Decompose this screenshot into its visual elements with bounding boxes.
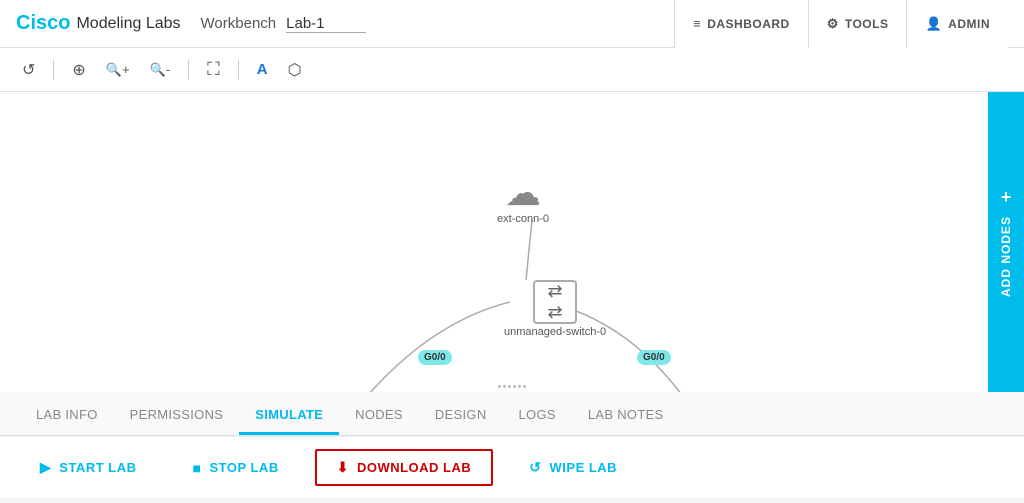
logo-cisco: Cisco [16,12,70,35]
stop-icon: ■ [192,460,201,476]
wipe-lab-button[interactable]: ↺ WIPE LAB [509,451,637,484]
drag-dot-4 [513,385,516,388]
logo: Cisco Modeling Labs [16,12,181,35]
start-lab-label: START LAB [59,460,136,475]
download-icon: ⬇ [337,459,349,476]
canvas-area[interactable]: ☁ ext-conn-0 ⇄⇄ unmanaged-switch-0 ✛ IOS… [0,92,1024,392]
connections-svg [0,92,1024,392]
drag-dot-2 [503,385,506,388]
actions-bar: ▶ START LAB ■ STOP LAB ⬇ DOWNLOAD LAB ↺ … [0,436,1024,498]
header-nav: ≡ DASHBOARD ⚙ TOOLS 👤 ADMIN [674,0,1008,48]
tab-simulate[interactable]: SIMULATE [239,397,339,435]
node-unmanaged-switch-0[interactable]: ⇄⇄ unmanaged-switch-0 [504,280,606,338]
zoom-in-button[interactable]: 🔍+ [100,58,136,82]
stop-lab-label: STOP LAB [209,460,278,475]
topology-button[interactable]: ⬡ [282,56,308,84]
download-lab-button[interactable]: ⬇ DOWNLOAD LAB [315,449,494,486]
admin-icon: 👤 [925,16,942,32]
tab-nodes[interactable]: NODES [339,397,419,435]
header: Cisco Modeling Labs Workbench ≡ DASHBOAR… [0,0,1024,48]
toolbar-sep-2 [188,60,189,80]
dashboard-icon: ≡ [693,16,701,31]
toolbar: ↺ ⊕ 🔍+ 🔍- ⛶ A ⬡ [0,48,1024,92]
add-nodes-label: ADD NODES [1000,216,1012,297]
toolbar-sep-3 [238,60,239,80]
lab-name-input[interactable] [286,15,366,33]
drag-handle [498,385,526,388]
link-label-g0-0-left: G0/0 [418,350,452,365]
switch-label: unmanaged-switch-0 [504,326,606,338]
tab-design[interactable]: DESIGN [419,397,503,435]
stop-lab-button[interactable]: ■ STOP LAB [172,452,298,484]
wipe-icon: ↺ [529,459,541,476]
tab-permissions[interactable]: PERMISSIONS [114,397,240,435]
drag-dot-3 [508,385,511,388]
add-nodes-plus-icon: + [1001,187,1012,208]
add-nodes-panel[interactable]: + ADD NODES [988,92,1024,392]
canvas-container: ☁ ext-conn-0 ⇄⇄ unmanaged-switch-0 ✛ IOS… [0,92,1024,392]
start-icon: ▶ [40,459,51,476]
toolbar-sep-1 [53,60,54,80]
switch-box: ⇄⇄ [533,280,577,324]
workbench-label: Workbench [201,15,277,32]
link-label-g0-0-right: G0/0 [637,350,671,365]
download-lab-label: DOWNLOAD LAB [357,460,471,475]
start-lab-button[interactable]: ▶ START LAB [20,451,156,484]
ext-conn-label: ext-conn-0 [497,213,549,225]
tools-icon: ⚙ [827,16,839,32]
node-ext-conn-0[interactable]: ☁ ext-conn-0 [497,175,549,225]
drag-dot-1 [498,385,501,388]
drag-dot-6 [523,385,526,388]
add-node-button[interactable]: ⊕ [66,56,91,84]
fullscreen-button[interactable]: ⛶ [201,55,226,84]
zoom-out-button[interactable]: 🔍- [144,58,177,82]
tab-lab-notes[interactable]: LAB NOTES [572,397,680,435]
tab-lab-info[interactable]: LAB INFO [20,397,114,435]
dashboard-label: DASHBOARD [707,17,790,31]
undo-button[interactable]: ↺ [16,56,41,84]
switch-arrows-icon: ⇄⇄ [548,281,563,323]
wipe-lab-label: WIPE LAB [550,460,618,475]
nav-dashboard[interactable]: ≡ DASHBOARD [674,0,808,48]
tools-label: TOOLS [845,17,889,31]
logo-text: Modeling Labs [76,15,180,33]
cloud-icon: ☁ [505,175,541,211]
tab-logs[interactable]: LOGS [503,397,572,435]
admin-label: ADMIN [948,17,990,31]
nav-tools[interactable]: ⚙ TOOLS [808,0,907,48]
drag-dot-5 [518,385,521,388]
text-button[interactable]: A [251,57,274,82]
tabs-bar: LAB INFO PERMISSIONS SIMULATE NODES DESI… [0,392,1024,436]
nav-admin[interactable]: 👤 ADMIN [906,0,1008,48]
